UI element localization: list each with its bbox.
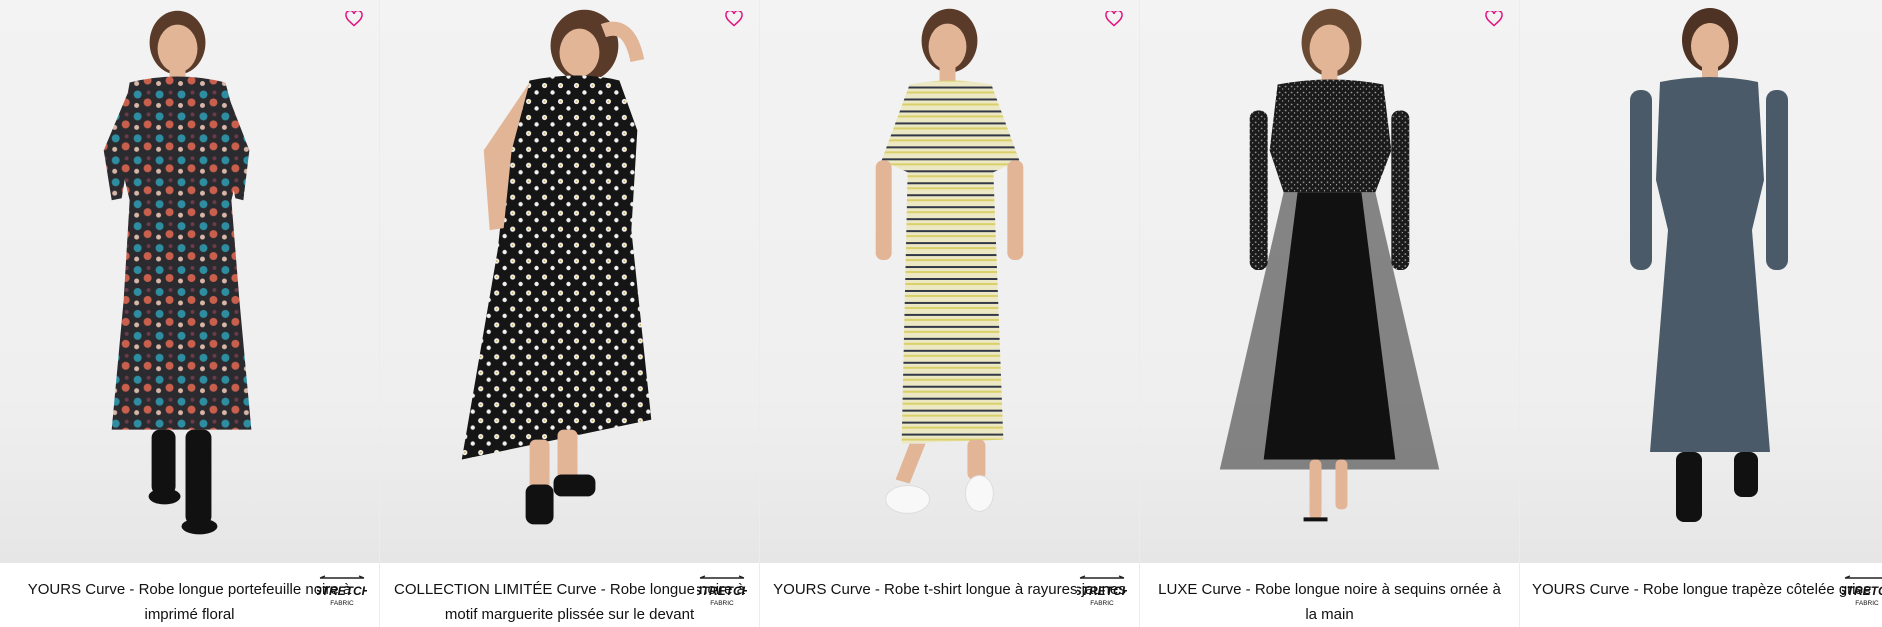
svg-text:FABRIC: FABRIC <box>1855 600 1879 607</box>
wishlist-heart-icon[interactable] <box>1103 8 1125 30</box>
product-card[interactable]: LUXE Curve - Robe longue noire à sequins… <box>1140 0 1520 627</box>
product-title[interactable]: YOURS Curve - Robe t-shirt longue à rayu… <box>772 577 1127 602</box>
product-title[interactable]: YOURS Curve - Robe longue portefeuille n… <box>12 577 367 627</box>
svg-text:STRETCH: STRETCH <box>317 584 367 598</box>
stretch-fabric-icon: STRETCH FABRIC <box>1839 575 1882 609</box>
product-card[interactable]: STRETCH FABRIC YOURS Curve - Robe longue… <box>1520 0 1882 627</box>
model-illustration <box>461 9 652 525</box>
wishlist-heart-icon[interactable] <box>723 8 745 30</box>
svg-text:FABRIC: FABRIC <box>1090 600 1114 607</box>
model-illustration <box>103 10 252 535</box>
model-illustration <box>875 8 1024 514</box>
product-image[interactable] <box>0 0 379 563</box>
stretch-fabric-icon: STRETCH FABRIC <box>314 575 371 609</box>
product-title[interactable]: COLLECTION LIMITÉE Curve - Robe longue n… <box>392 577 747 627</box>
svg-text:FABRIC: FABRIC <box>330 600 354 607</box>
svg-text:STRETCH: STRETCH <box>697 584 747 598</box>
product-image[interactable] <box>1520 0 1882 563</box>
wishlist-heart-icon[interactable] <box>1483 8 1505 30</box>
stretch-fabric-icon: STRETCH FABRIC <box>694 575 751 609</box>
stretch-fabric-icon: STRETCH FABRIC <box>1074 575 1131 609</box>
product-grid: STRETCH FABRIC YOURS Curve - Robe longue… <box>0 0 1882 627</box>
model-illustration <box>1219 8 1440 522</box>
svg-text:FABRIC: FABRIC <box>710 600 734 607</box>
product-card[interactable]: STRETCH FABRIC COLLECTION LIMITÉE Curve … <box>380 0 760 627</box>
product-card[interactable]: STRETCH FABRIC YOURS Curve - Robe longue… <box>0 0 380 627</box>
svg-text:STRETCH: STRETCH <box>1077 584 1127 598</box>
model-illustration <box>1630 8 1788 522</box>
svg-text:STRETCH: STRETCH <box>1842 584 1882 598</box>
product-image[interactable] <box>760 0 1139 563</box>
product-image[interactable] <box>1140 0 1519 563</box>
wishlist-heart-icon[interactable] <box>343 8 365 30</box>
product-title[interactable]: LUXE Curve - Robe longue noire à sequins… <box>1152 577 1507 627</box>
product-card[interactable]: STRETCH FABRIC YOURS Curve - Robe t-shir… <box>760 0 1140 627</box>
product-title[interactable]: YOURS Curve - Robe longue trapèze côtelé… <box>1532 577 1871 602</box>
product-image[interactable] <box>380 0 759 563</box>
